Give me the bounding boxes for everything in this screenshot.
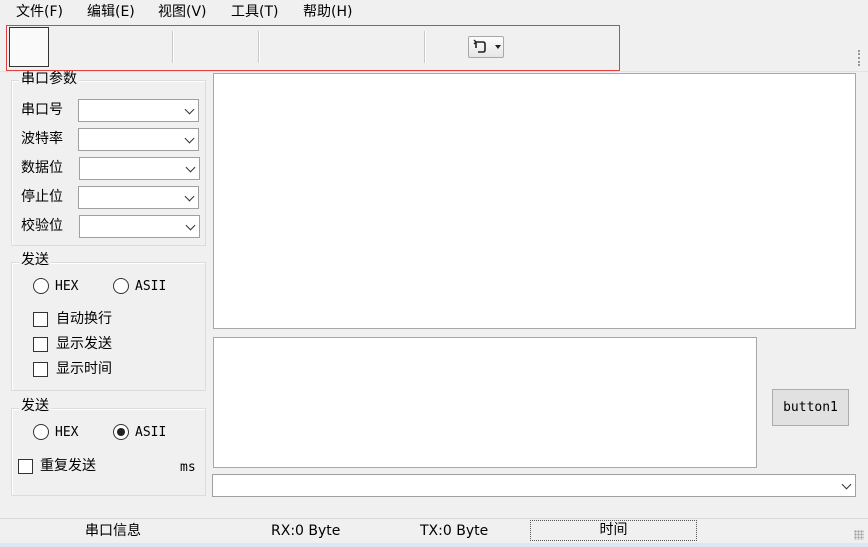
repeat-send-label: 重复发送 (40, 458, 96, 474)
refresh-icon (473, 39, 486, 53)
chevron-down-icon (495, 45, 501, 49)
hex-radio[interactable] (33, 278, 49, 294)
time-status: 时间 (530, 520, 697, 541)
chevron-down-icon (184, 191, 195, 202)
databits-label: 数据位 (21, 160, 63, 176)
show-send-checkbox[interactable] (33, 337, 48, 352)
auto-newline-label: 自动换行 (56, 311, 112, 327)
repeat-send-checkbox[interactable] (18, 459, 33, 474)
ascii-radio-2[interactable] (113, 424, 129, 440)
parity-combo[interactable] (79, 215, 200, 238)
menu-view[interactable]: 视图(V) (158, 4, 207, 20)
chevron-down-icon (185, 162, 196, 173)
menu-edit[interactable]: 编辑(E) (87, 4, 135, 20)
toolbar-strip (6, 25, 620, 71)
parity-label: 校验位 (21, 218, 63, 234)
stopbits-combo[interactable] (78, 186, 199, 209)
hex-radio-label: HEX (55, 279, 79, 294)
tx-status: TX:0 Byte (420, 523, 489, 539)
port-label: 串口号 (21, 102, 63, 118)
resize-grip[interactable] (854, 530, 864, 540)
command-combo[interactable] (212, 474, 856, 497)
send-mode-title: 发送 (19, 398, 51, 414)
serial-params-title: 串口参数 (19, 71, 79, 87)
baud-label: 波特率 (21, 131, 63, 147)
databits-combo[interactable] (79, 157, 200, 180)
show-send-label: 显示发送 (56, 336, 112, 352)
repeat-unit-label: ms (180, 460, 196, 475)
port-info-status: 串口信息 (85, 523, 141, 539)
menu-file[interactable]: 文件(F) (16, 4, 63, 20)
baud-combo[interactable] (78, 128, 199, 151)
ascii-radio-label: ASII (135, 279, 167, 294)
menu-help[interactable]: 帮助(H) (303, 4, 352, 20)
send-options-title: 发送 (19, 252, 51, 268)
stopbits-label: 停止位 (21, 189, 63, 205)
ascii-radio[interactable] (113, 278, 129, 294)
refresh-dropdown-button[interactable] (468, 36, 504, 58)
button1[interactable]: button1 (772, 389, 849, 426)
menu-tools[interactable]: 工具(T) (231, 4, 278, 20)
menu-bar: 文件(F) 编辑(E) 视图(V) 工具(T) 帮助(H) (0, 0, 868, 24)
chevron-down-icon (184, 133, 195, 144)
send-mode-group (11, 408, 206, 496)
chevron-down-icon (841, 479, 852, 490)
hex-radio-2[interactable] (33, 424, 49, 440)
toolbar-blank-button[interactable] (9, 27, 49, 67)
receive-textarea[interactable] (213, 73, 856, 329)
port-combo[interactable] (78, 99, 199, 122)
send-textarea[interactable] (213, 337, 757, 468)
chevron-down-icon (185, 220, 196, 231)
hex-radio-2-label: HEX (55, 425, 79, 440)
toolbar-grip[interactable] (858, 50, 866, 66)
toolbar-separator (172, 31, 173, 63)
show-time-label: 显示时间 (56, 361, 112, 377)
window-bottom-border (0, 543, 868, 547)
rx-status: RX:0 Byte (271, 523, 341, 539)
ascii-radio-2-label: ASII (135, 425, 167, 440)
show-time-checkbox[interactable] (33, 362, 48, 377)
chevron-down-icon (184, 104, 195, 115)
toolbar-separator (424, 31, 425, 63)
auto-newline-checkbox[interactable] (33, 312, 48, 327)
toolbar-separator (258, 31, 259, 63)
